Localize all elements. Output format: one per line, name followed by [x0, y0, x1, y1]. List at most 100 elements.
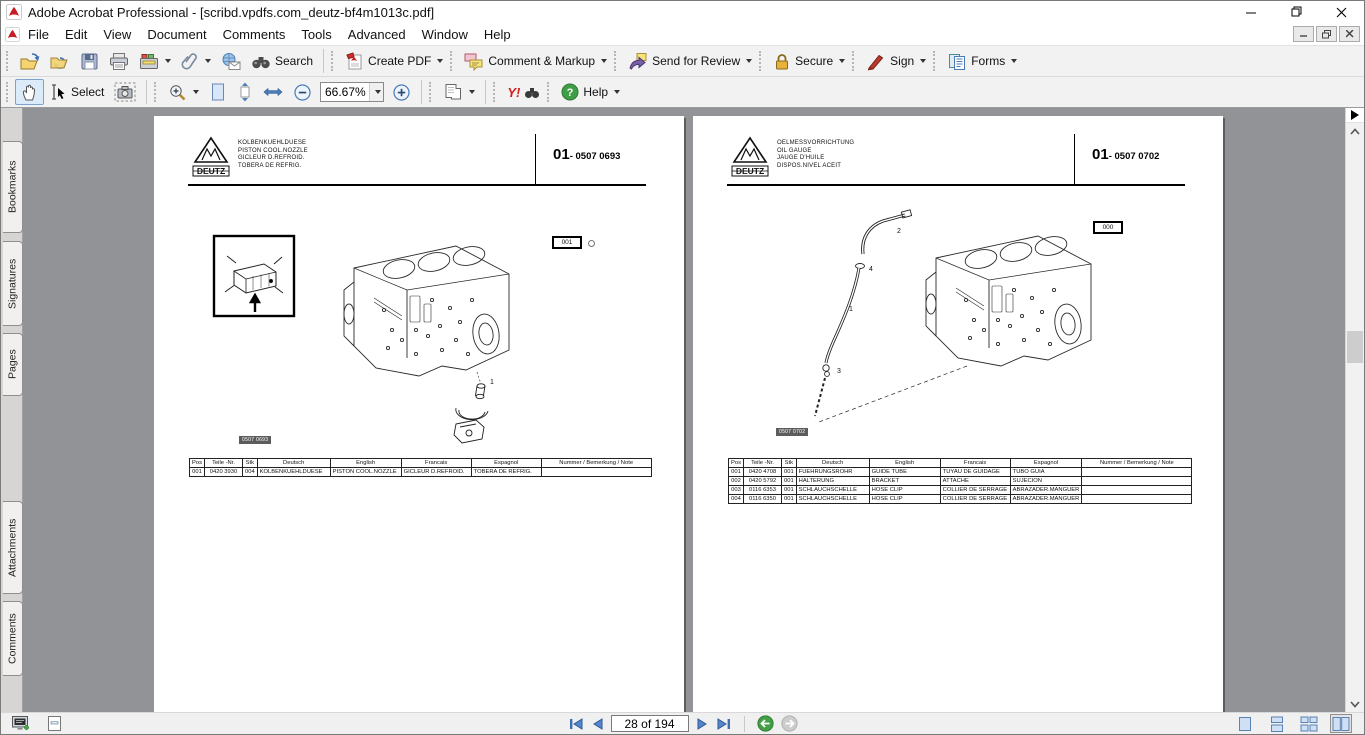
scrollbar-thumb[interactable] — [1347, 331, 1363, 363]
toolbar-grip[interactable] — [759, 51, 764, 71]
last-page-button[interactable] — [716, 717, 732, 731]
zoom-level-dropdown-button[interactable] — [369, 83, 383, 101]
next-view-button[interactable] — [781, 715, 798, 732]
screen-mode-icon[interactable] — [11, 715, 30, 732]
search-button[interactable]: Search — [246, 48, 318, 74]
print-button[interactable] — [104, 48, 134, 74]
send-review-button[interactable]: Send for Review — [623, 48, 757, 74]
column-header: Francais — [401, 459, 471, 468]
single-page-button[interactable] — [1234, 714, 1256, 733]
scroll-up-button[interactable] — [1346, 123, 1364, 139]
sign-button[interactable]: Sign — [861, 48, 931, 74]
table-cell — [1082, 486, 1192, 495]
help-button[interactable]: ? Help — [556, 79, 625, 105]
select-tool-button[interactable]: Select — [44, 79, 109, 105]
previous-view-button[interactable] — [757, 715, 774, 732]
toolbar-grip[interactable] — [614, 51, 619, 71]
fit-height-button[interactable] — [232, 79, 258, 105]
first-page-button[interactable] — [568, 717, 584, 731]
table-header-row: PosTeile -Nr.StkDeutschEnglishFrancaisEs… — [190, 459, 652, 468]
menu-document[interactable]: Document — [139, 25, 214, 44]
menu-window[interactable]: Window — [414, 25, 476, 44]
mdi-minimize-button[interactable] — [1293, 26, 1314, 42]
zoom-level-input[interactable] — [321, 83, 369, 101]
menu-bar: FileEditViewDocumentCommentsToolsAdvance… — [1, 23, 1364, 45]
menu-file[interactable]: File — [20, 25, 57, 44]
previous-page-button[interactable] — [591, 717, 604, 731]
minimize-button[interactable] — [1229, 1, 1274, 23]
toolbar-grip[interactable] — [6, 51, 11, 71]
secure-button[interactable]: Secure — [768, 48, 850, 74]
table-cell: 001 — [782, 486, 797, 495]
fit-page-button[interactable] — [204, 79, 232, 105]
menu-advanced[interactable]: Advanced — [340, 25, 414, 44]
parts-table: PosTeile -Nr.StkDeutschEnglishFrancaisEs… — [189, 458, 652, 477]
menu-edit[interactable]: Edit — [57, 25, 95, 44]
toolbar-grip[interactable] — [154, 82, 159, 102]
page-display-button[interactable] — [438, 79, 480, 105]
zoom-in-button[interactable] — [387, 79, 416, 105]
comment-markup-button[interactable]: Comment & Markup — [459, 48, 612, 74]
save-button[interactable] — [75, 48, 104, 74]
open-web-button[interactable] — [45, 48, 75, 74]
paperclip-icon — [181, 52, 199, 71]
scroll-down-button[interactable] — [1346, 696, 1364, 712]
table-cell: 004 — [729, 495, 744, 504]
mdi-close-button[interactable] — [1339, 26, 1360, 42]
toolbar-grip[interactable] — [493, 82, 498, 102]
email-button[interactable] — [216, 48, 246, 74]
email-icon — [221, 52, 241, 71]
snapshot-button[interactable] — [109, 79, 141, 105]
open-button[interactable] — [15, 48, 45, 74]
yahoo-search-button[interactable]: Y! — [502, 79, 545, 105]
fit-width-button[interactable] — [258, 79, 288, 105]
menu-view[interactable]: View — [95, 25, 139, 44]
mdi-restore-icon — [1322, 30, 1331, 39]
menu-help[interactable]: Help — [476, 25, 519, 44]
toolbar-grip[interactable] — [933, 51, 938, 71]
next-page-button[interactable] — [696, 717, 709, 731]
organizer-button[interactable] — [134, 48, 176, 74]
continuous-facing-button[interactable] — [1298, 714, 1320, 733]
menu-tools[interactable]: Tools — [293, 25, 339, 44]
continuous-button[interactable] — [1266, 714, 1288, 733]
zoom-out-icon — [293, 83, 312, 102]
statusbar-separator — [744, 716, 745, 732]
table-cell: HOSE CLIP — [869, 486, 940, 495]
toolbar-grip[interactable] — [429, 82, 434, 102]
forms-button[interactable]: Forms — [942, 48, 1022, 74]
facing-pages-button[interactable] — [1330, 714, 1352, 733]
tab-bookmarks[interactable]: Bookmarks — [3, 141, 23, 233]
table-cell: SCHLAUCHSCHELLE — [796, 486, 869, 495]
chevron-up-icon — [1350, 128, 1360, 135]
toolbar-grip[interactable] — [852, 51, 857, 71]
title-de: KOLBENKUEHLDUESE — [238, 140, 308, 148]
page-number-input[interactable] — [612, 716, 688, 731]
tab-pages[interactable]: Pages — [3, 333, 23, 396]
toolbar-grip[interactable] — [547, 82, 552, 102]
zoom-out-button[interactable] — [288, 79, 317, 105]
menu-comments[interactable]: Comments — [215, 25, 294, 44]
zoom-tool-button[interactable] — [163, 79, 204, 105]
pane-toggle-button[interactable] — [1346, 108, 1364, 123]
hand-tool-button[interactable] — [15, 79, 44, 105]
mdi-restore-button[interactable] — [1316, 26, 1337, 42]
yahoo-label: Y! — [507, 85, 520, 100]
toolbar-grip[interactable] — [331, 51, 336, 71]
tab-comments[interactable]: Comments — [3, 601, 23, 676]
create-pdf-button[interactable]: Create PDF — [340, 48, 448, 74]
part-titles: KOLBENKUEHLDUESE PISTON COOL.NOZZLE GICL… — [238, 140, 308, 170]
zoom-level-combo — [320, 82, 384, 102]
tab-signatures[interactable]: Signatures — [3, 241, 23, 326]
restore-button[interactable] — [1274, 1, 1319, 23]
close-button[interactable] — [1319, 1, 1364, 23]
tab-attachments[interactable]: Attachments — [3, 501, 23, 594]
single-page-icon — [1238, 716, 1252, 732]
page-view-options-icon[interactable] — [46, 715, 63, 732]
header-rule — [727, 184, 1185, 186]
attach-button[interactable] — [176, 48, 216, 74]
toolbar-grip[interactable] — [450, 51, 455, 71]
next-view-icon — [781, 715, 798, 732]
table-cell: ATTACHE — [940, 477, 1010, 486]
toolbar-grip[interactable] — [6, 82, 11, 102]
